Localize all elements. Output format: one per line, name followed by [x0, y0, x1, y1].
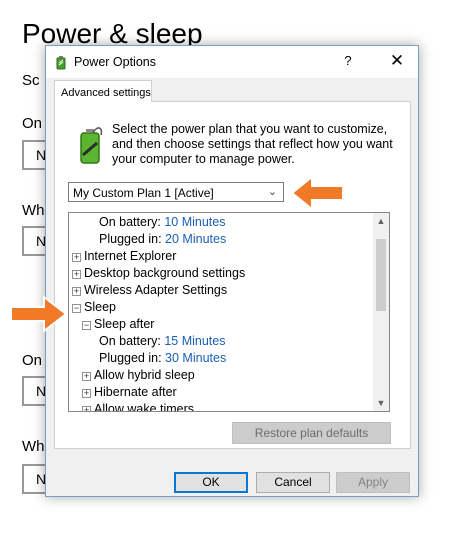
scrollbar-thumb[interactable] [376, 239, 386, 311]
scroll-up-icon[interactable]: ▲ [373, 213, 389, 229]
tree-item-label: Wireless Adapter Settings [84, 283, 228, 297]
tree-item[interactable]: Plugged in: 30 Minutes [99, 351, 226, 368]
expand-icon[interactable]: + [82, 406, 91, 411]
expand-icon[interactable]: + [72, 253, 81, 262]
tree-item[interactable]: On battery: 10 Minutes [99, 215, 225, 232]
tree-item-value[interactable]: 20 Minutes [165, 232, 226, 246]
tree-item[interactable]: On battery: 15 Minutes [99, 334, 225, 351]
section-label: Sc [22, 72, 40, 89]
power-plan-dropdown[interactable]: My Custom Plan 1 [Active] ⌄ [68, 182, 284, 202]
title-bar[interactable]: Power Options ? ✕ [46, 46, 418, 78]
help-button[interactable]: ? [338, 53, 358, 68]
scroll-down-icon[interactable]: ▼ [373, 395, 389, 411]
setting-label: Wh [22, 438, 45, 455]
tree-item-label: Allow wake timers [94, 402, 195, 412]
tab-advanced-settings[interactable]: Advanced settings [54, 80, 152, 102]
tree-scrollbar[interactable]: ▲ ▼ [373, 213, 389, 411]
tree-item-label: Plugged in: [99, 232, 162, 246]
expand-icon[interactable]: + [72, 270, 81, 279]
tree-item-value[interactable]: 30 Minutes [165, 351, 226, 365]
tree-item-label: Internet Explorer [84, 249, 177, 263]
tree-item-label: Sleep [84, 300, 116, 314]
tree-item-internet-explorer[interactable]: + Internet Explorer [72, 249, 176, 266]
tree-item-sleep[interactable]: − Sleep [72, 300, 116, 317]
cancel-button[interactable]: Cancel [256, 472, 330, 493]
tree-item-value[interactable]: 10 Minutes [164, 215, 225, 229]
setting-label: Wh [22, 202, 45, 219]
expand-icon[interactable]: + [72, 287, 81, 296]
collapse-icon[interactable]: − [82, 321, 91, 330]
expand-icon[interactable]: + [82, 389, 91, 398]
tree-item-hybrid-sleep[interactable]: + Allow hybrid sleep [82, 368, 195, 385]
dialog-title: Power Options [74, 55, 156, 69]
plan-selected-value: My Custom Plan 1 [Active] [73, 186, 214, 200]
setting-label: On [22, 115, 43, 132]
battery-plug-icon [80, 127, 103, 164]
power-options-icon [56, 56, 66, 70]
settings-tree[interactable]: On battery: 10 Minutes Plugged in: 20 Mi… [68, 212, 390, 412]
tree-item-desktop-background[interactable]: + Desktop background settings [72, 266, 245, 283]
tree-item-label: Plugged in: [99, 351, 162, 365]
tree-item-label: On battery: [99, 215, 161, 229]
arrow-right-icon [10, 294, 68, 334]
arrow-left-icon [290, 174, 344, 212]
tree-item-label: Desktop background settings [84, 266, 246, 280]
tree-item-sleep-after[interactable]: − Sleep after [82, 317, 154, 334]
tree-item-label: On battery: [99, 334, 161, 348]
tree-item-label: Sleep after [94, 317, 155, 331]
close-button[interactable]: ✕ [385, 51, 409, 71]
tree-item[interactable]: Plugged in: 20 Minutes [99, 232, 226, 249]
tree-item-value[interactable]: 15 Minutes [164, 334, 225, 348]
tree-item-label: Allow hybrid sleep [94, 368, 195, 382]
apply-button[interactable]: Apply [336, 472, 410, 493]
tree-item-wake-timers[interactable]: + Allow wake timers [82, 402, 195, 412]
tree-item-hibernate-after[interactable]: + Hibernate after [82, 385, 177, 402]
chevron-down-icon: ⌄ [267, 186, 277, 198]
tree-item-wireless-adapter[interactable]: + Wireless Adapter Settings [72, 283, 227, 300]
setting-label: On [22, 352, 43, 369]
power-options-dialog: Power Options ? ✕ Advanced settings Sele… [45, 45, 419, 497]
tree-item-label: Hibernate after [94, 385, 177, 399]
ok-button[interactable]: OK [174, 472, 248, 493]
collapse-icon[interactable]: − [72, 304, 81, 313]
expand-icon[interactable]: + [82, 372, 91, 381]
description-text: Select the power plan that you want to c… [112, 122, 393, 166]
restore-defaults-button[interactable]: Restore plan defaults [232, 422, 391, 444]
